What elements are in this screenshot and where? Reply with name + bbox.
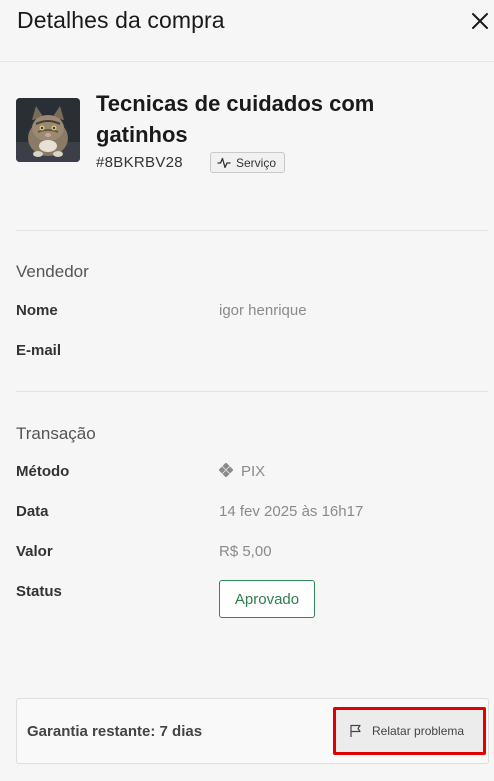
method-value: PIX — [218, 462, 266, 480]
close-icon — [472, 13, 488, 29]
status-badge: Aprovado — [219, 580, 315, 618]
page-title: Detalhes da compra — [17, 7, 225, 33]
product-type-label: Serviço — [236, 155, 277, 170]
cat-image-icon — [16, 98, 80, 162]
pix-icon — [218, 462, 234, 480]
activity-icon — [217, 157, 231, 168]
seller-section-title: Vendedor — [16, 262, 89, 281]
status-label: Status — [16, 583, 62, 600]
method-label: Método — [16, 463, 70, 480]
close-button[interactable] — [470, 11, 490, 31]
warranty-footer: Garantia restante: 7 dias Relatar proble… — [16, 698, 489, 764]
divider — [16, 391, 488, 392]
product-type-badge: Serviço — [210, 152, 286, 173]
report-problem-label: Relatar problema — [372, 724, 465, 738]
date-value: 14 fev 2025 às 16h17 — [219, 503, 364, 520]
seller-name-value: igor henrique — [219, 302, 307, 319]
amount-label: Valor — [16, 543, 53, 560]
order-code: #8BKRBV28 — [96, 154, 183, 171]
divider — [16, 230, 488, 231]
seller-name-label: Nome — [16, 302, 58, 319]
warranty-text: Garantia restante: 7 dias — [27, 723, 203, 740]
product-summary: Tecnicas de cuidados com gatinhos #8BKRB… — [16, 88, 476, 178]
flag-icon — [350, 724, 361, 737]
report-problem-button[interactable]: Relatar problema — [333, 707, 486, 755]
amount-value: R$ 5,00 — [219, 543, 272, 560]
method-text: PIX — [241, 463, 266, 480]
product-thumbnail — [16, 98, 80, 162]
seller-email-label: E-mail — [16, 342, 62, 359]
product-title: Tecnicas de cuidados com gatinhos — [96, 91, 375, 147]
panel-header: Detalhes da compra — [0, 0, 494, 62]
transaction-section-title: Transação — [16, 424, 96, 443]
date-label: Data — [16, 503, 49, 520]
